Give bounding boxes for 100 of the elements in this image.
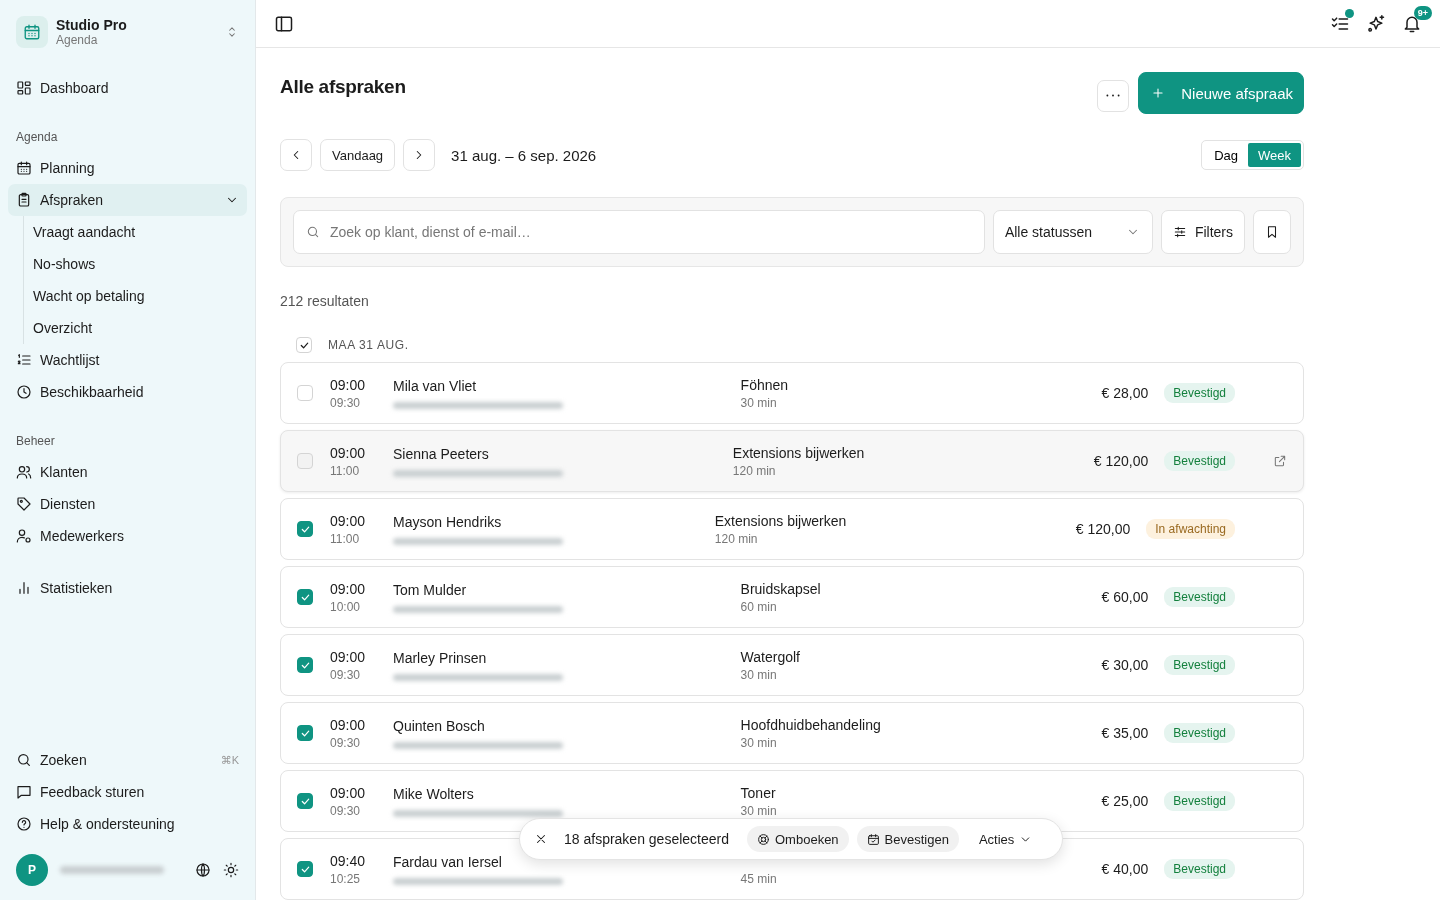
clipboard-icon (16, 192, 32, 208)
workspace-subtitle: Agenda (56, 33, 99, 47)
start-time: 09:40 (330, 852, 367, 869)
bookmark-icon (1265, 225, 1279, 239)
numbered-list-icon (16, 352, 32, 368)
nav-item[interactable]: Zoeken ⌘K (8, 744, 247, 776)
workspace-switcher[interactable]: Studio Pro Agenda (8, 16, 247, 48)
appointment-row[interactable]: 09:00 09:30 Mila van Vliet Föhnen 30 min € 28,00 Bevestigd (280, 362, 1304, 424)
clock-icon (16, 384, 32, 400)
end-time: 11:00 (330, 463, 361, 478)
service-name: Toner (740, 784, 777, 801)
bulk-action-button[interactable]: Omboeken (747, 826, 849, 852)
checkbox[interactable] (297, 725, 313, 741)
view-tab[interactable]: Week (1248, 143, 1301, 167)
checkbox[interactable] (297, 861, 313, 877)
help-icon (16, 816, 32, 832)
nav-item[interactable]: Planning (8, 152, 247, 184)
new-appointment-button[interactable]: Nieuwe afspraak (1138, 72, 1304, 114)
view-tab[interactable]: Dag (1204, 143, 1248, 167)
appointment-row[interactable]: 09:00 09:30 Marley Prinsen Watergolf 30 min € 30,00 Bevestigd (280, 634, 1304, 696)
nav-subitem[interactable]: Wacht op betaling (33, 280, 247, 312)
checkbox[interactable] (297, 521, 313, 537)
users-icon (16, 464, 32, 480)
calendar-icon (16, 160, 32, 176)
nav-subitem[interactable]: Vraagt aandacht (33, 216, 247, 248)
close-icon[interactable] (534, 832, 548, 846)
status-label: Bevestigd (1173, 658, 1226, 672)
avatar[interactable]: P (16, 854, 48, 886)
today-button[interactable]: Vandaag (320, 139, 396, 171)
filters-button[interactable]: Filters (1160, 210, 1245, 254)
client-name: Tom Mulder (393, 581, 468, 598)
appointment-row[interactable]: 09:00 11:00 Mayson Hendriks Extensions bijwerken 120 min € 120,00 In afwachting (280, 498, 1304, 560)
status-label: Bevestigd (1173, 794, 1226, 808)
nav-subitem[interactable]: No-shows (33, 248, 247, 280)
checkbox[interactable] (297, 589, 313, 605)
start-time: 09:00 (330, 512, 367, 529)
service-name: Bruidskapsel (740, 580, 822, 597)
service-duration: 30 min (740, 803, 778, 818)
external-link-icon[interactable] (1273, 454, 1287, 468)
search-field[interactable]: Zoek op klant, dienst of e-mail… (293, 210, 985, 254)
search-icon (16, 752, 32, 768)
status-label: Bevestigd (1173, 454, 1226, 468)
appointment-row[interactable]: 09:00 10:00 Tom Mulder Bruidskapsel 60 min € 60,00 Bevestigd (280, 566, 1304, 628)
nav-item[interactable]: Diensten (8, 488, 247, 520)
nav-item[interactable]: Afspraken (8, 184, 247, 216)
client-name: Quinten Bosch (393, 717, 486, 734)
nav-item[interactable]: Wachtlijst (8, 344, 247, 376)
start-time: 09:00 (330, 376, 367, 393)
status-label: Bevestigd (1173, 726, 1226, 740)
end-time: 09:30 (330, 735, 362, 750)
nav-item[interactable]: Feedback sturen (8, 776, 247, 808)
service-name: Watergolf (740, 648, 801, 665)
checkbox[interactable] (297, 657, 313, 673)
start-time: 09:00 (330, 648, 367, 665)
service-name: Hoofdhuidbehandeling (740, 716, 882, 733)
client-name: Mike Wolters (393, 785, 475, 802)
lifebuoy-icon (757, 832, 770, 846)
status-dropdown[interactable]: Alle statussen (992, 210, 1153, 254)
price: € 40,00 (1101, 861, 1149, 877)
price: € 35,00 (1101, 725, 1149, 741)
bulk-action-button[interactable]: Bevestigen (856, 826, 959, 852)
start-time: 09:00 (330, 784, 367, 801)
section-heading: Agenda (15, 129, 59, 146)
nav-item[interactable]: Statistieken (8, 572, 247, 604)
sun-icon[interactable] (223, 862, 239, 878)
price: € 60,00 (1101, 589, 1149, 605)
end-time: 11:00 (330, 531, 361, 546)
nav-item[interactable]: Dashboard (8, 72, 247, 104)
user-gear-icon (16, 528, 32, 544)
nav-item[interactable]: Medewerkers (8, 520, 247, 552)
page-title: Alle afspraken (280, 76, 406, 98)
checkbox[interactable] (297, 793, 313, 809)
status-label: In afwachting (1155, 522, 1226, 536)
shortcut-hint: ⌘K (220, 753, 239, 767)
client-name: Marley Prinsen (393, 649, 488, 666)
client-name: Mila van Vliet (393, 377, 478, 394)
service-name: Extensions bijwerken (732, 444, 866, 461)
end-time: 09:30 (330, 395, 362, 410)
nav-subitem[interactable]: Overzicht (33, 312, 247, 344)
start-time: 09:00 (330, 716, 367, 733)
bookmark-button[interactable] (1253, 210, 1291, 254)
service-duration: 120 min (732, 463, 777, 478)
status-label: Bevestigd (1173, 590, 1226, 604)
client-name: Mayson Hendriks (393, 513, 503, 530)
globe-icon[interactable] (195, 862, 211, 878)
service-duration: 45 min (740, 871, 778, 886)
appointment-row[interactable]: 09:00 09:30 Quinten Bosch Hoofdhuidbehandeling 30 min € 35,00 Bevestigd (280, 702, 1304, 764)
sparkles-icon[interactable] (1366, 13, 1386, 34)
tag-icon (16, 496, 32, 512)
nav-item[interactable]: Klanten (8, 456, 247, 488)
nav-item[interactable]: Help & ondersteuning (8, 808, 247, 840)
calendar-check-icon (866, 832, 880, 846)
notification-badge: 9+ (1413, 5, 1432, 20)
result-count: 212 resultaten (280, 293, 370, 309)
price: € 25,00 (1101, 793, 1149, 809)
plus-icon (1151, 86, 1166, 100)
service-duration: 30 min (740, 395, 778, 410)
end-time: 10:25 (330, 871, 362, 886)
nav-item[interactable]: Beschikbaarheid (8, 376, 247, 408)
appointment-row[interactable]: 09:00 11:00 Sienna Peeters Extensions bijwerken 120 min € 120,00 Bevestigd (280, 430, 1304, 492)
